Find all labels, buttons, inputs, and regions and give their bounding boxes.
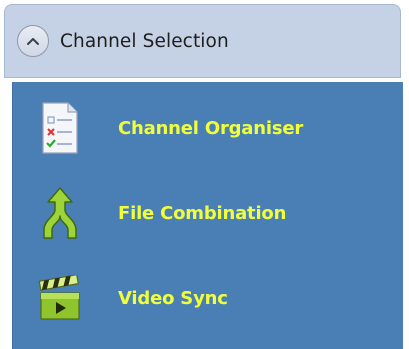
section-title: Channel Selection (60, 30, 229, 52)
channel-selection-items: Channel Organiser File Combination Video… (12, 82, 403, 349)
channel-organiser-label: Channel Organiser (118, 117, 304, 139)
channel-selection-header[interactable]: Channel Selection (4, 4, 401, 78)
file-combination-item[interactable]: File Combination (13, 173, 404, 253)
video-sync-label: Video Sync (118, 287, 228, 309)
chevron-up-icon[interactable] (17, 25, 49, 57)
channel-selection-panel: Channel Selection Channel Organiser File… (0, 0, 409, 349)
clapperboard-icon (34, 270, 86, 326)
merge-arrow-icon (34, 185, 86, 241)
file-combination-label: File Combination (118, 202, 287, 224)
channel-organiser-item[interactable]: Channel Organiser (13, 88, 404, 168)
video-sync-item[interactable]: Video Sync (13, 258, 404, 338)
checklist-icon (34, 100, 86, 156)
